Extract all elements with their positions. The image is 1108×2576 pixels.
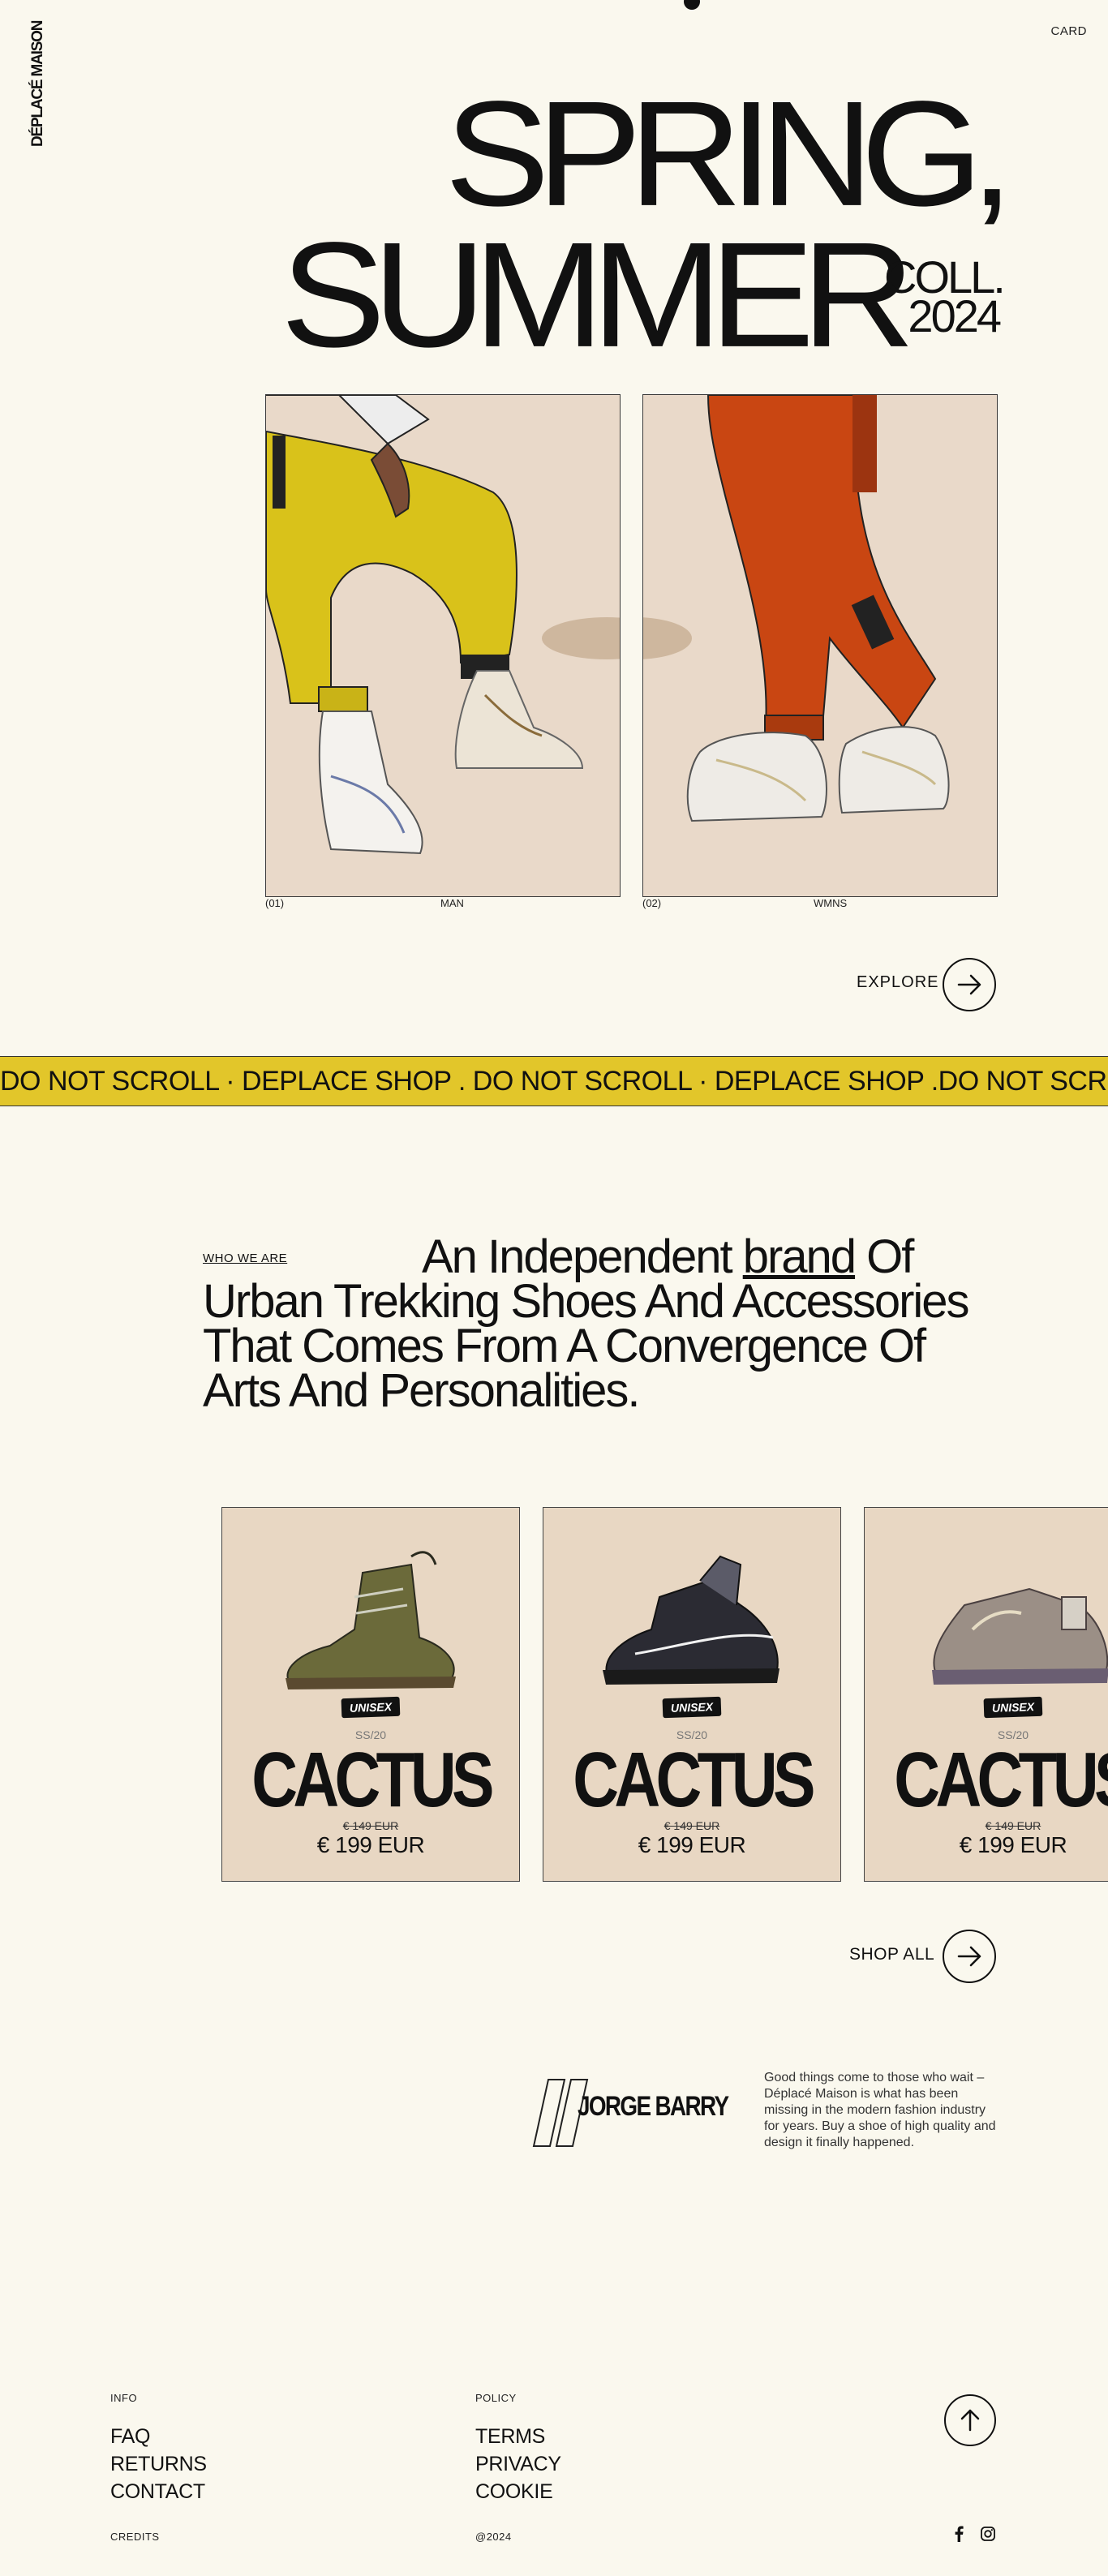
unisex-badge: UNISEX — [983, 1696, 1043, 1719]
footer-copyright: @2024 — [475, 2531, 512, 2543]
shop-all-label[interactable]: SHOP ALL — [849, 1945, 934, 1964]
product-card[interactable]: UNISEX SS/20 CACTUS € 149 EUR € 199 EUR — [864, 1507, 1108, 1882]
unisex-badge: UNISEX — [662, 1696, 722, 1719]
product-name: CACTUS — [251, 1737, 494, 1823]
product-old-price: € 149 EUR — [985, 1819, 1041, 1832]
explore-button[interactable] — [943, 958, 996, 1011]
about-statement: An Independent brand Of Urban Trekking S… — [203, 1234, 1006, 1415]
footer-link-privacy[interactable]: PRIVACY — [475, 2450, 561, 2478]
product-name: CACTUS — [894, 1737, 1108, 1823]
women-illustration — [643, 395, 997, 896]
shoe-image — [286, 1551, 456, 1689]
product-card[interactable]: UNISEX SS/20 CACTUS € 149 EUR € 199 EUR — [221, 1507, 520, 1882]
footer-link-cookie[interactable]: COOKIE — [475, 2478, 561, 2505]
hero-title-line1: SPRING, — [444, 70, 1014, 238]
brand-logo[interactable]: DÉPLACÉ MAISON — [29, 21, 50, 147]
man-illustration — [266, 395, 620, 896]
coll-year: 2024 — [908, 290, 1002, 341]
footer-link-faq[interactable]: FAQ — [110, 2423, 207, 2450]
footer-policy-links: TERMS PRIVACY COOKIE — [475, 2423, 561, 2505]
footer-link-returns[interactable]: RETURNS — [110, 2450, 207, 2478]
marquee-banner: DO NOT SCROLL · DEPLACE SHOP . DO NOT SC… — [0, 1056, 1108, 1106]
instagram-icon[interactable] — [980, 2526, 996, 2546]
collection-year: COLL. 2024 — [884, 255, 1006, 341]
footer-credits[interactable]: CREDITS — [110, 2531, 160, 2543]
footer-link-contact[interactable]: CONTACT — [110, 2478, 207, 2505]
product-price: € 199 EUR — [316, 1832, 425, 1857]
hero-title-line2: SUMMER — [281, 211, 915, 379]
collection-man-image[interactable] — [265, 394, 621, 897]
explore-label[interactable]: EXPLORE — [857, 973, 938, 992]
shoe-image — [603, 1555, 779, 1685]
marquee-text: DO NOT SCROLL · DEPLACE SHOP . DO NOT SC… — [0, 1066, 1108, 1097]
footer-info-links: FAQ RETURNS CONTACT — [110, 2423, 207, 2505]
shoe-image — [932, 1587, 1108, 1685]
testimonial-signature: JORGE BARRY — [578, 2091, 729, 2122]
shop-all-button[interactable] — [943, 1930, 996, 1983]
arrow-up-icon — [960, 2409, 980, 2432]
top-dot-decoration — [684, 0, 700, 10]
collection-women-label[interactable]: WMNS — [814, 897, 847, 909]
collection-man-label[interactable]: MAN — [440, 897, 464, 909]
arrow-right-icon — [957, 1946, 981, 1967]
back-to-top-button[interactable] — [944, 2394, 996, 2446]
unisex-badge: UNISEX — [341, 1696, 401, 1719]
footer-info-label: INFO — [110, 2392, 138, 2404]
product-old-price: € 149 EUR — [664, 1819, 720, 1832]
product-card[interactable]: UNISEX SS/20 CACTUS € 149 EUR € 199 EUR — [543, 1507, 841, 1882]
arrow-right-icon — [957, 974, 981, 995]
cart-link[interactable]: CARD — [1050, 24, 1087, 38]
facebook-icon[interactable] — [954, 2526, 964, 2546]
product-old-price: € 149 EUR — [342, 1819, 399, 1832]
footer-policy-label: POLICY — [475, 2392, 517, 2404]
collection-man-index: (01) — [265, 897, 285, 909]
facebook-glyph — [955, 2526, 964, 2542]
footer-link-terms[interactable]: TERMS — [475, 2423, 561, 2450]
product-price: € 199 EUR — [959, 1832, 1067, 1857]
product-name: CACTUS — [573, 1737, 815, 1823]
collection-women-index: (02) — [642, 897, 662, 909]
collection-women-image[interactable] — [642, 394, 998, 897]
product-price: € 199 EUR — [638, 1832, 746, 1857]
testimonial-quote: Good things come to those who wait – Dép… — [764, 2071, 996, 2149]
instagram-glyph — [981, 2527, 995, 2541]
